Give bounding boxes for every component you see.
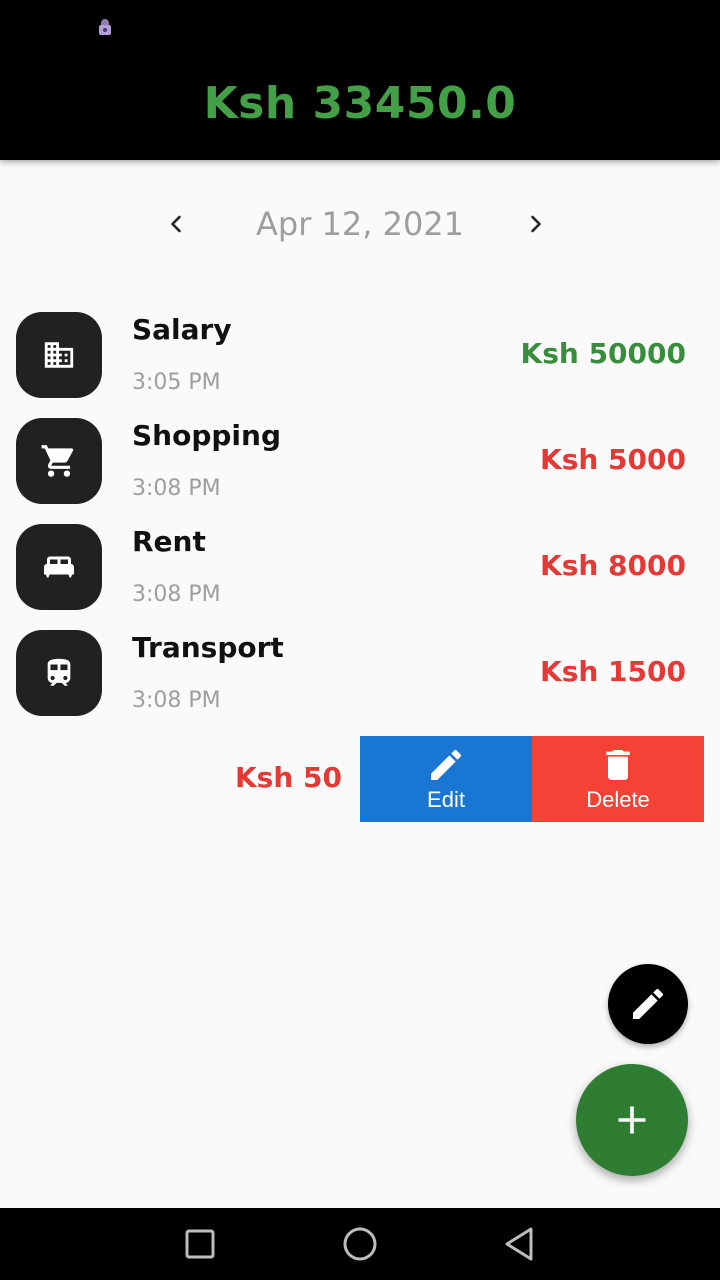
transaction-list: Salary 3:05 PM Ksh 50000 Shopping 3:08 P… [0, 306, 720, 730]
transaction-title: Rent [132, 525, 206, 558]
category-icon-container [16, 418, 102, 504]
system-navigation-bar [0, 1208, 720, 1280]
pencil-icon [431, 749, 462, 780]
pencil-icon [633, 988, 664, 1019]
transaction-time: 3:08 PM [132, 476, 221, 501]
date-navigator: Apr 12, 2021 [0, 196, 720, 252]
transaction-row-rent[interactable]: Rent 3:08 PM Ksh 8000 [0, 518, 720, 624]
transaction-row-swiped[interactable]: Ksh 50 Edit Delete [0, 736, 720, 822]
circle-home-icon[interactable] [340, 1224, 380, 1264]
transaction-row-salary[interactable]: Salary 3:05 PM Ksh 50000 [0, 306, 720, 412]
transaction-time: 3:08 PM [132, 582, 221, 607]
total-balance: Ksh 33450.0 [203, 78, 517, 129]
delete-button[interactable]: Delete [532, 736, 704, 822]
transaction-row-transport[interactable]: Transport 3:08 PM Ksh 1500 [0, 624, 720, 730]
status-notification-icon [99, 19, 111, 35]
transaction-amount: Ksh 8000 [540, 549, 686, 582]
delete-label: Delete [586, 787, 650, 812]
train-icon [47, 658, 71, 686]
transaction-title: Transport [132, 631, 284, 664]
edit-button[interactable]: Edit [360, 736, 532, 822]
transaction-title: Salary [132, 313, 232, 346]
category-icon-container [16, 524, 102, 610]
chevron-right-icon [531, 215, 541, 233]
bed-icon [44, 556, 74, 578]
previous-date-button[interactable] [152, 200, 200, 248]
next-date-button[interactable] [512, 200, 560, 248]
plus-icon [618, 1106, 646, 1134]
chevron-left-icon [171, 215, 181, 233]
category-icon-container [16, 312, 102, 398]
transaction-amount: Ksh 5000 [540, 443, 686, 476]
transaction-time: 3:08 PM [132, 688, 221, 713]
current-date: Apr 12, 2021 [255, 205, 465, 243]
edit-budget-fab[interactable] [608, 964, 688, 1044]
transaction-row-shopping[interactable]: Shopping 3:08 PM Ksh 5000 [0, 412, 720, 518]
app-header: Ksh 33450.0 [0, 0, 720, 160]
triangle-back-icon[interactable] [500, 1224, 540, 1264]
edit-label: Edit [427, 787, 465, 812]
transaction-time: 3:05 PM [132, 370, 221, 395]
transaction-title: Shopping [132, 419, 281, 452]
cart-icon [41, 445, 74, 477]
transaction-amount: Ksh 1500 [540, 655, 686, 688]
transaction-amount: Ksh 50 [234, 761, 342, 794]
add-transaction-fab[interactable] [576, 1064, 688, 1176]
trash-icon [606, 750, 630, 780]
category-icon-container [16, 630, 102, 716]
transaction-amount: Ksh 50000 [520, 337, 686, 370]
square-recents-icon[interactable] [180, 1224, 220, 1264]
building-icon [44, 342, 74, 368]
